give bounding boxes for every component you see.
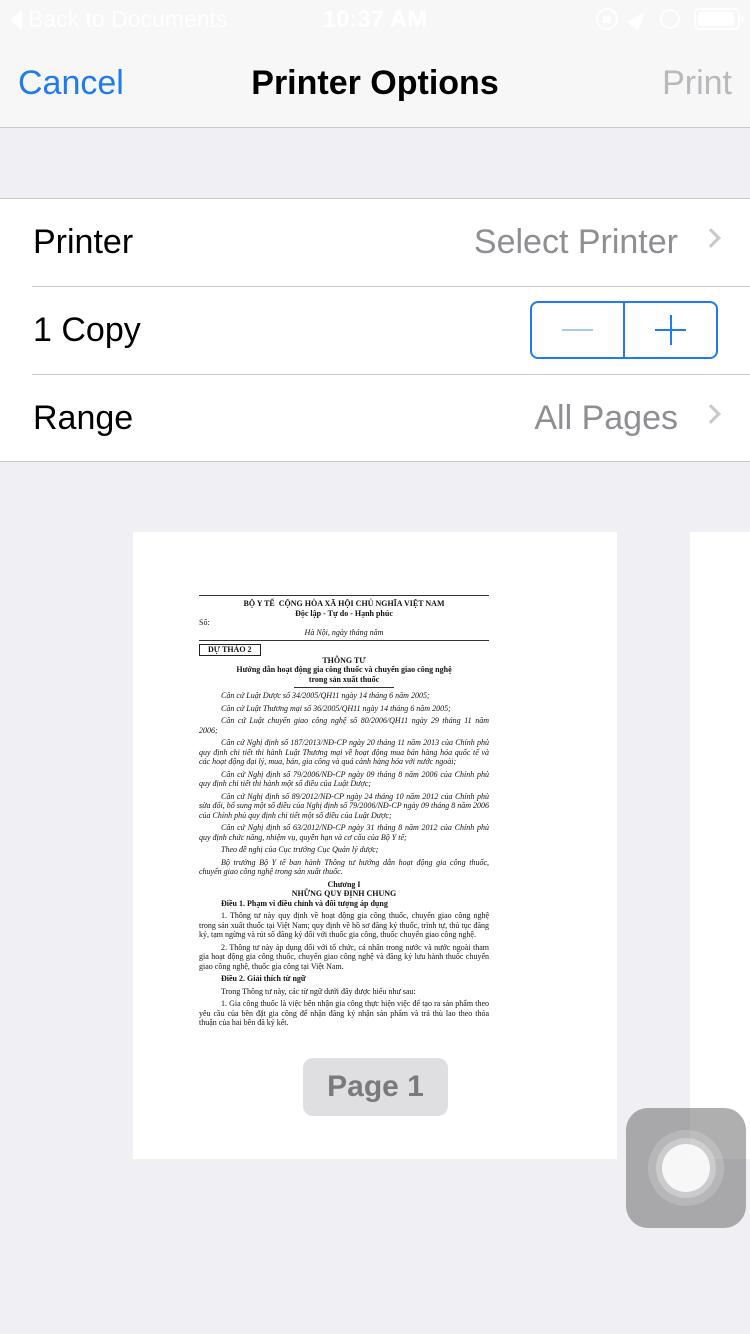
- navigation-bar: Cancel Printer Options Print: [0, 40, 750, 128]
- printer-value: Select Printer: [473, 223, 678, 261]
- doc-paragraph: Bộ trưởng Bộ Y tế ban hành Thông tư hướn…: [199, 857, 489, 877]
- doc-paragraph: Căn cứ Luật Thương mại số 36/2005/QH11 n…: [221, 703, 451, 713]
- top-bar: Back to Documents 10:37 AM Cancel Printe…: [0, 0, 750, 128]
- doc-motto: Độc lập - Tự do - Hạnh phúc: [295, 608, 393, 618]
- next-page-preview[interactable]: [690, 532, 750, 1159]
- alarm-icon: [660, 9, 680, 29]
- doc-paragraph: Theo đề nghị của Cục trưởng Cục Quản lý …: [221, 845, 379, 854]
- doc-subject: Hướng dẫn hoạt động gia công thuốc và ch…: [236, 665, 452, 674]
- chevron-right-icon: [701, 228, 721, 248]
- doc-subject-2: trong sản xuất thuốc: [308, 674, 380, 684]
- doc-paragraph: Căn cứ Nghị định số 79/2006/NĐ-CP ngày 0…: [199, 769, 489, 789]
- range-row[interactable]: Range All Pages: [0, 375, 750, 463]
- printer-options-table: Printer Select Printer 1 Copy Range All …: [0, 198, 750, 462]
- copies-row: 1 Copy: [0, 287, 750, 375]
- increment-button[interactable]: [625, 303, 716, 357]
- document-content: BỘ Y TẾ CỘNG HÒA XÃ HỘI CHỦ NGHĨA VIỆT N…: [199, 592, 489, 1031]
- doc-article-heading: Điều 1. Phạm vi điều chỉnh và đối tượng …: [221, 898, 388, 908]
- doc-paragraph: 2. Thông tư này áp dụng đối với tổ chức,…: [199, 942, 489, 971]
- doc-paragraph: Căn cứ Nghị định số 63/2012/NĐ-CP ngày 3…: [199, 823, 489, 842]
- range-value: All Pages: [534, 399, 678, 437]
- chevron-right-icon: [701, 404, 721, 424]
- doc-article-heading: Điều 2. Giải thích từ ngữ: [221, 974, 306, 983]
- page-number-badge: Page 1: [303, 1058, 448, 1116]
- doc-paragraph: 1. Gia công thuốc là việc bên nhận gia c…: [199, 999, 489, 1027]
- doc-paragraph: 1. Thông tư này quy định về hoạt động gi…: [199, 911, 489, 939]
- printer-label: Printer: [33, 223, 134, 261]
- copies-label: 1 Copy: [33, 311, 141, 349]
- doc-paragraph: Trong Thông tư này, các từ ngữ dưới đây …: [221, 986, 416, 996]
- status-bar: Back to Documents 10:37 AM: [0, 0, 750, 40]
- doc-paragraph: Căn cứ Nghị định số 89/2012/NĐ-CP ngày 2…: [199, 791, 489, 820]
- printer-row[interactable]: Printer Select Printer: [0, 199, 750, 287]
- doc-type: THÔNG TƯ: [322, 655, 366, 665]
- location-arrow-icon: [627, 6, 651, 32]
- doc-chapter-title: NHỮNG QUY ĐỊNH CHUNG: [291, 889, 397, 898]
- doc-paragraph: Căn cứ Luật Dược số 34/2005/QH11 ngày 14…: [221, 691, 430, 700]
- assistive-touch-button[interactable]: [626, 1108, 746, 1228]
- decrement-button[interactable]: [532, 303, 625, 357]
- doc-header: BỘ Y TẾ CỘNG HÒA XÃ HỘI CHỦ NGHĨA VIỆT N…: [243, 599, 445, 608]
- doc-chapter: Chương I: [327, 879, 361, 889]
- draft-label: DỰ THẢO 2: [199, 644, 261, 656]
- copies-stepper: [530, 301, 718, 359]
- battery-icon: [694, 8, 744, 30]
- doc-place-date: Hà Nội, ngày tháng năm: [304, 627, 384, 637]
- doc-paragraph: Căn cứ Luật chuyển giao công nghệ số 80/…: [199, 716, 489, 735]
- page-title: Printer Options: [251, 64, 499, 102]
- print-button[interactable]: Print: [662, 64, 732, 103]
- orientation-lock-icon: [596, 8, 618, 30]
- status-icons: [596, 6, 744, 32]
- doc-number: Số:: [199, 618, 210, 627]
- doc-paragraph: Căn cứ Nghị định số 187/2013/NĐ-CP ngày …: [199, 738, 489, 766]
- range-label: Range: [33, 399, 134, 437]
